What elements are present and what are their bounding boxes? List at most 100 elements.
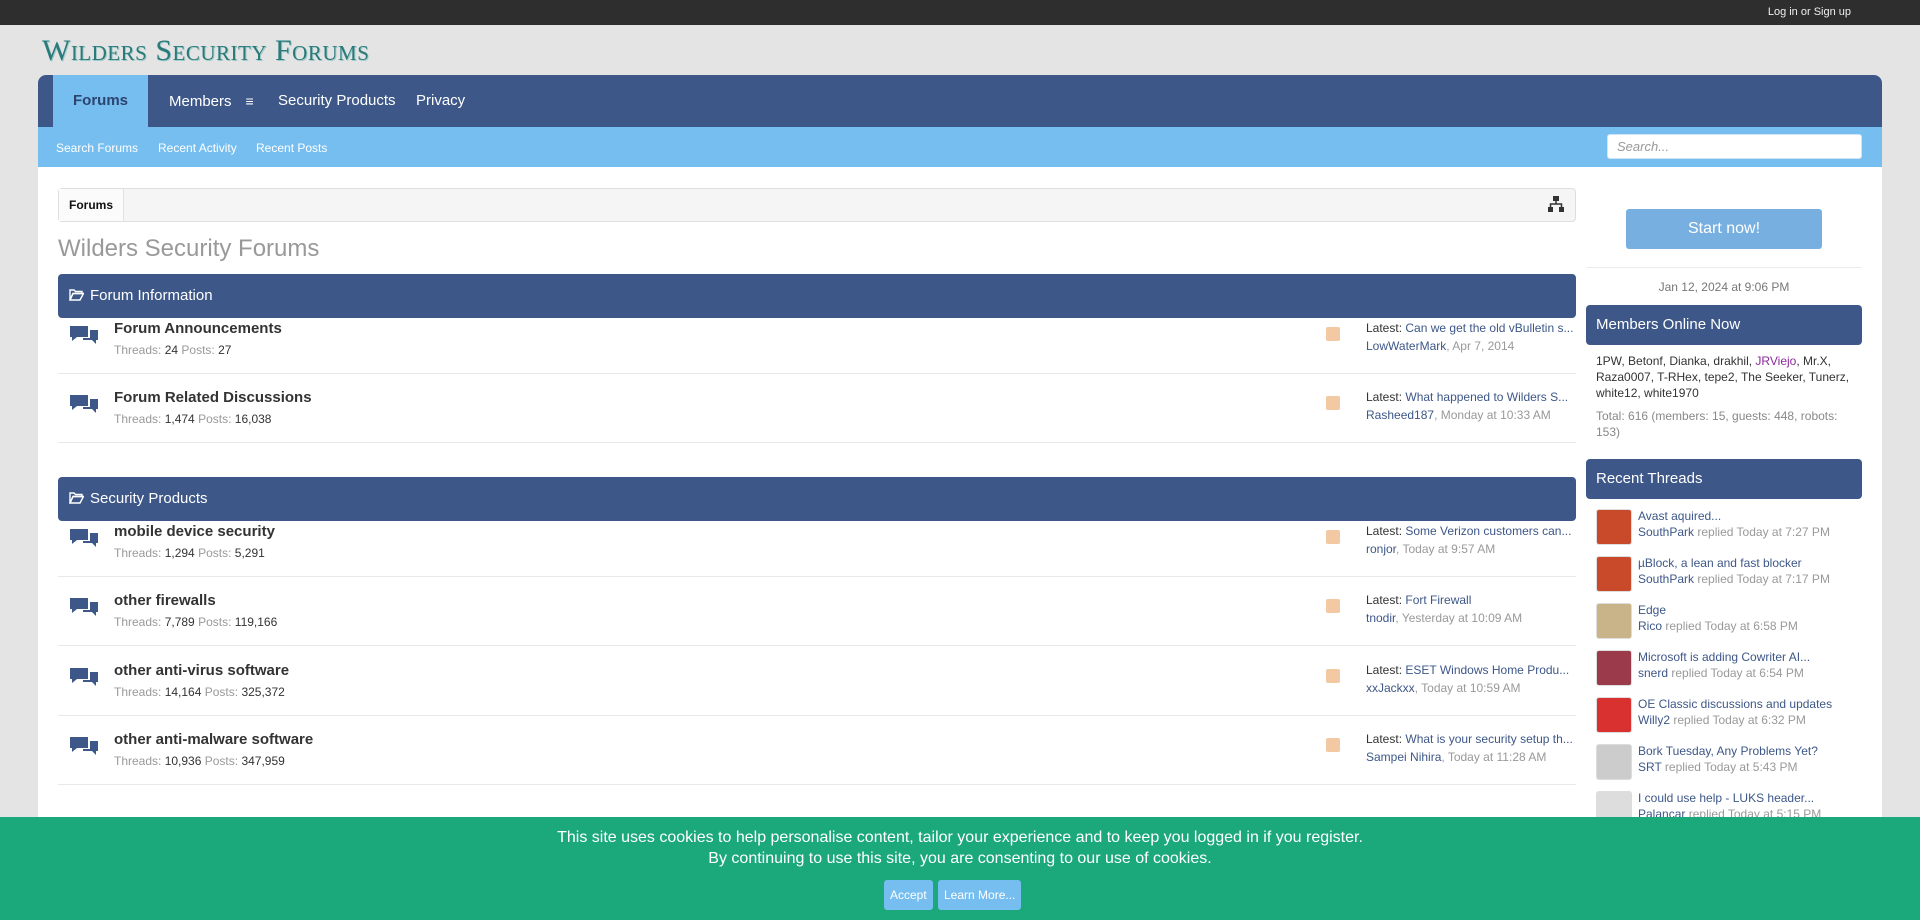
recent-thread-user[interactable]: SouthPark [1638,525,1694,539]
latest-thread-link[interactable]: ESET Windows Home Produ... [1405,663,1569,677]
latest-user-link[interactable]: tnodir [1366,611,1395,625]
recent-thread-time: Today at 6:32 PM [1712,713,1806,727]
rss-icon[interactable] [1326,669,1340,683]
threads-label: Threads: [114,412,162,426]
forum-title[interactable]: mobile device security [114,523,275,540]
recent-thread-title[interactable]: Microsoft is adding Cowriter AI... [1638,650,1810,664]
posts-count: 5,291 [234,546,265,560]
latest-user-link[interactable]: Rasheed187 [1366,408,1434,422]
recent-thread-title[interactable]: Avast aquired... [1638,509,1721,523]
threads-count: 7,789 [164,615,195,629]
rss-icon[interactable] [1326,738,1340,752]
posts-count: 16,038 [234,412,272,426]
recent-thread-user[interactable]: snerd [1638,666,1668,680]
breadcrumb-forums[interactable]: Forums [59,189,125,221]
avatar[interactable] [1596,556,1632,592]
latest-label: Latest: [1366,321,1403,335]
recent-thread-title[interactable]: µBlock, a lean and fast blocker [1638,556,1802,570]
latest-by: Sampei Nihira, Today at 11:28 AM [1366,750,1547,764]
latest-thread-link[interactable]: What is your security setup th... [1405,732,1572,746]
latest-user-link[interactable]: LowWaterMark [1366,339,1446,353]
recent-thread-title[interactable]: Edge [1638,603,1666,617]
recent-thread-meta: SouthPark replied Today at 7:27 PM [1638,525,1830,539]
site-logo[interactable]: Wilders Security Forums [42,34,369,68]
latest-label: Latest: [1366,390,1403,404]
rss-icon[interactable] [1326,530,1340,544]
latest-thread-link[interactable]: What happened to Wilders S... [1405,390,1568,404]
recent-thread-title[interactable]: I could use help - LUKS header... [1638,791,1814,805]
login-signup-link[interactable]: Log in or Sign up [1768,6,1851,18]
latest-thread-link[interactable]: Can we get the old vBulletin s... [1405,321,1573,335]
recent-thread-user[interactable]: Willy2 [1638,713,1670,727]
latest-thread-link[interactable]: Some Verizon customers can... [1405,524,1571,538]
avatar[interactable] [1596,697,1632,733]
posts-count: 27 [218,343,232,357]
recent-thread-user[interactable]: SouthPark [1638,572,1694,586]
forum-node: other anti-virus software Threads: 14,164… [58,647,1576,716]
recent-thread-meta: snerd replied Today at 6:54 PM [1638,666,1804,680]
learn-more-button[interactable]: Learn More... [938,880,1022,910]
latest-label: Latest: [1366,524,1403,538]
rss-icon[interactable] [1326,599,1340,613]
tab-members-label: Members [169,93,232,110]
replied-label: replied [1697,572,1734,586]
recent-thread-title[interactable]: Bork Tuesday, Any Problems Yet? [1638,744,1818,758]
forum-title[interactable]: Forum Related Discussions [114,389,312,406]
recent-activity-link[interactable]: Recent Activity [158,141,237,155]
discussion-icon [70,326,98,344]
sitemap-icon[interactable] [1547,195,1565,213]
divider [1586,267,1862,268]
recent-threads-header[interactable]: Recent Threads [1586,459,1862,499]
tab-forums[interactable]: Forums [53,75,148,127]
latest-by: ronjor, Today at 9:57 AM [1366,542,1496,556]
recent-posts-link[interactable]: Recent Posts [256,141,327,155]
tab-members[interactable]: Members ≡ [149,75,274,127]
recent-thread-user[interactable]: SRT [1638,760,1662,774]
discussion-icon [70,395,98,413]
rss-icon[interactable] [1326,396,1340,410]
latest-user-link[interactable]: ronjor [1366,542,1396,556]
accept-button[interactable]: Accept [884,880,933,910]
posts-count: 347,959 [241,754,285,768]
threads-count: 24 [164,343,179,357]
members-list-a[interactable]: 1PW, Betonf, Dianka, drakhil, [1596,354,1755,368]
tab-privacy[interactable]: Privacy [396,75,485,127]
forum-title[interactable]: Forum Announcements [114,320,282,337]
recent-thread-title[interactable]: OE Classic discussions and updates [1638,697,1832,711]
recent-thread-time: Today at 5:43 PM [1704,760,1798,774]
latest-by: tnodir, Yesterday at 10:09 AM [1366,611,1523,625]
forum-title[interactable]: other anti-malware software [114,731,313,748]
forum-title[interactable]: other firewalls [114,592,216,609]
member-link[interactable]: JRViejo [1755,354,1796,368]
breadcrumb: Forums [58,188,1576,222]
threads-label: Threads: [114,754,162,768]
recent-thread: µBlock, a lean and fast blocker SouthPark… [1596,556,1862,600]
members-online-header[interactable]: Members Online Now [1586,305,1862,345]
sub-nav: Search Forums Recent Activity Recent Pos… [38,127,1882,167]
avatar[interactable] [1596,650,1632,686]
rss-icon[interactable] [1326,327,1340,341]
latest-by: Rasheed187, Monday at 10:33 AM [1366,408,1551,422]
threads-count: 14,164 [164,685,202,699]
forum-node: Forum Related Discussions Threads: 1,474 … [58,374,1576,443]
search-input[interactable]: Search... [1607,134,1862,159]
threads-count: 1,474 [164,412,195,426]
menu-icon[interactable]: ≡ [246,93,254,109]
latest-user-link[interactable]: Sampei Nihira [1366,750,1441,764]
latest-time: Yesterday at 10:09 AM [1401,611,1523,625]
latest-post: Latest: ESET Windows Home Produ... [1366,663,1576,677]
latest-user-link[interactable]: xxJackxx [1366,681,1415,695]
forum-title[interactable]: other anti-virus software [114,662,289,679]
latest-thread-link[interactable]: Fort Firewall [1405,593,1471,607]
page-title: Wilders Security Forums [58,235,320,262]
avatar[interactable] [1596,744,1632,780]
start-now-button[interactable]: Start now! [1626,209,1822,249]
tab-security-products[interactable]: Security Products [258,75,416,127]
recent-thread: Microsoft is adding Cowriter AI... snerd … [1596,650,1862,694]
search-forums-link[interactable]: Search Forums [56,141,138,155]
avatar[interactable] [1596,509,1632,545]
posts-label: Posts: [198,412,232,426]
avatar[interactable] [1596,603,1632,639]
latest-post: Latest: Some Verizon customers can... [1366,524,1576,538]
recent-thread-user[interactable]: Rico [1638,619,1662,633]
